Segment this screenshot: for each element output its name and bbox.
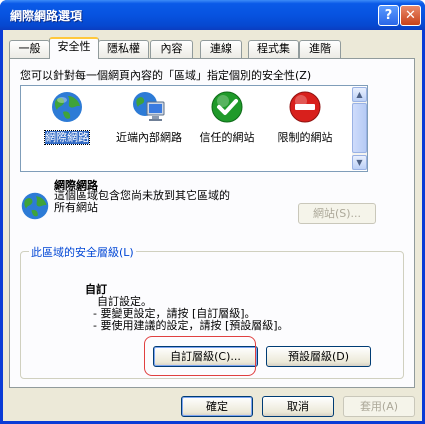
zone-restricted-sites-label: 限制的網站 <box>277 131 333 144</box>
trusted-checkmark-icon <box>211 91 243 123</box>
tab-content[interactable]: 內容 <box>150 40 193 58</box>
annotation-highlight-circle <box>144 336 256 376</box>
default-level-button[interactable]: 預設層級(D) <box>266 346 371 367</box>
globe-icon <box>21 192 49 220</box>
tab-connections[interactable]: 連線 <box>200 40 242 58</box>
close-button[interactable]: ✕ <box>400 5 421 26</box>
selected-zone-description: 這個區域包含您尚未放到其它區域的所有網站 <box>54 189 230 214</box>
globe-icon <box>52 92 82 122</box>
scroll-up-button[interactable]: ▲ <box>352 87 367 102</box>
title-bar[interactable]: 網際網路選項 ? ✕ <box>0 0 425 30</box>
security-level-label: 此區域的安全層級(L) <box>29 244 136 260</box>
ok-button[interactable]: 確定 <box>181 396 253 417</box>
tab-general[interactable]: 一般 <box>9 40 50 58</box>
zone-local-intranet[interactable]: 近端內部網路 <box>111 90 187 144</box>
help-icon: ? <box>384 8 393 23</box>
tab-privacy[interactable]: 隱私權 <box>98 40 149 58</box>
zone-trusted-sites[interactable]: 信任的網站 <box>189 90 265 144</box>
zone-list-scrollbar[interactable]: ▲ ▼ <box>352 87 367 170</box>
close-icon: ✕ <box>405 8 416 23</box>
zone-trusted-sites-label: 信任的網站 <box>199 131 255 144</box>
tab-programs[interactable]: 程式集 <box>248 40 299 58</box>
tab-security[interactable]: 安全性 <box>49 37 99 59</box>
scroll-down-button[interactable]: ▼ <box>352 155 367 170</box>
security-level-line-3: - 要使用建議的設定，請按 [預設層級]。 <box>93 319 289 332</box>
dialog-body: 一般 安全性 隱私權 內容 連線 程式集 進階 您可以針對每一個網頁內容的「區域… <box>3 30 422 421</box>
scroll-thumb[interactable] <box>352 103 367 153</box>
intranet-computer-icon <box>133 92 165 121</box>
cancel-button[interactable]: 取消 <box>262 396 334 417</box>
zone-local-intranet-label: 近端內部網路 <box>116 131 182 144</box>
zone-restricted-sites[interactable]: 限制的網站 <box>267 90 343 144</box>
zone-internet[interactable]: 網際網路 <box>29 90 105 145</box>
zones-prompt: 您可以針對每一個網頁內容的「區域」指定個別的安全性(Z) <box>20 69 312 82</box>
internet-options-window: 網際網路選項 ? ✕ 一般 安全性 隱私權 內容 連線 程式集 進階 您可以針對… <box>0 0 425 424</box>
apply-button[interactable]: 套用(A) <box>343 396 415 417</box>
restricted-no-entry-icon <box>289 91 321 123</box>
window-title: 網際網路選項 <box>10 9 83 23</box>
help-button[interactable]: ? <box>378 5 399 26</box>
zone-list: 網際網路 近端內部網路 信任的網站 限制的網站 ▲ ▼ <box>20 85 368 172</box>
sites-button[interactable]: 網站(S)... <box>298 203 376 224</box>
tab-advanced[interactable]: 進階 <box>299 40 341 58</box>
zone-internet-label: 網際網路 <box>44 130 90 145</box>
